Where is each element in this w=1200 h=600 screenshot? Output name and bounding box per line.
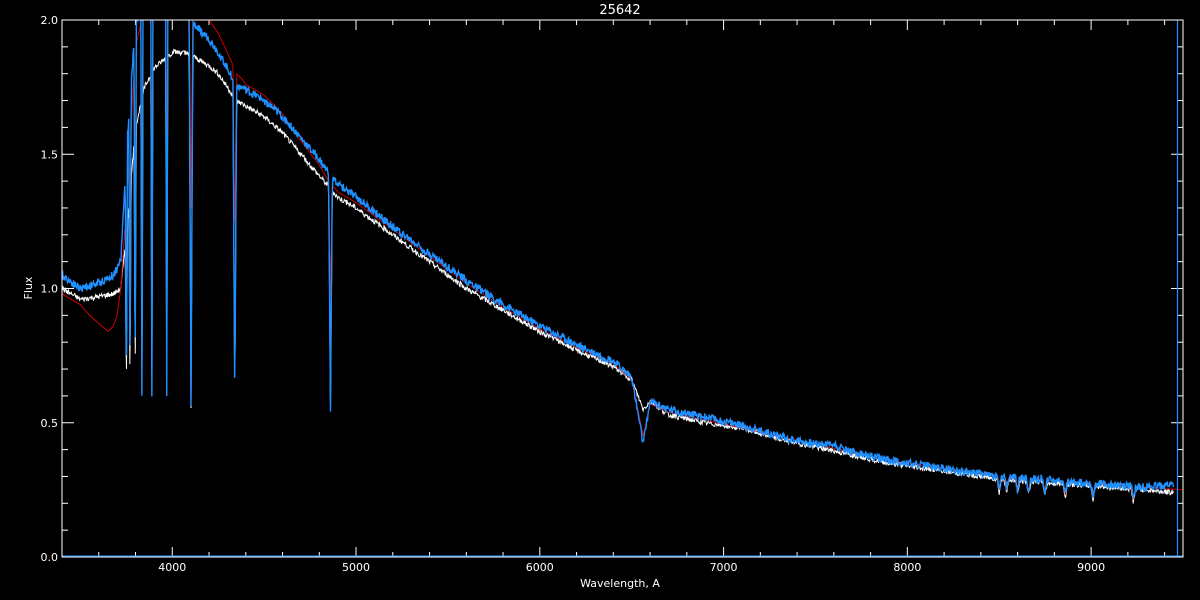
y-axis-title: Flux [22, 276, 35, 299]
y-tick-label: 1.5 [41, 148, 59, 161]
chart-background [0, 0, 1200, 600]
x-axis-title: Wavelength, A [580, 577, 660, 590]
y-tick-label: 2.0 [41, 14, 59, 27]
x-tick-label: 8000 [893, 561, 921, 574]
chart-title: 25642 [599, 3, 640, 18]
spectrum-chart: 25642 Wavelength, A Flux 4000 5000 6000 700… [0, 0, 1200, 600]
y-tick-label: 1.0 [41, 283, 59, 296]
x-tick-label: 9000 [1077, 561, 1105, 574]
x-tick-label: 6000 [526, 561, 554, 574]
x-tick-label: 7000 [710, 561, 738, 574]
x-tick-label: 4000 [158, 561, 186, 574]
x-tick-label: 5000 [342, 561, 370, 574]
y-tick-label: 0.0 [41, 551, 59, 564]
y-tick-label: 0.5 [41, 417, 59, 430]
